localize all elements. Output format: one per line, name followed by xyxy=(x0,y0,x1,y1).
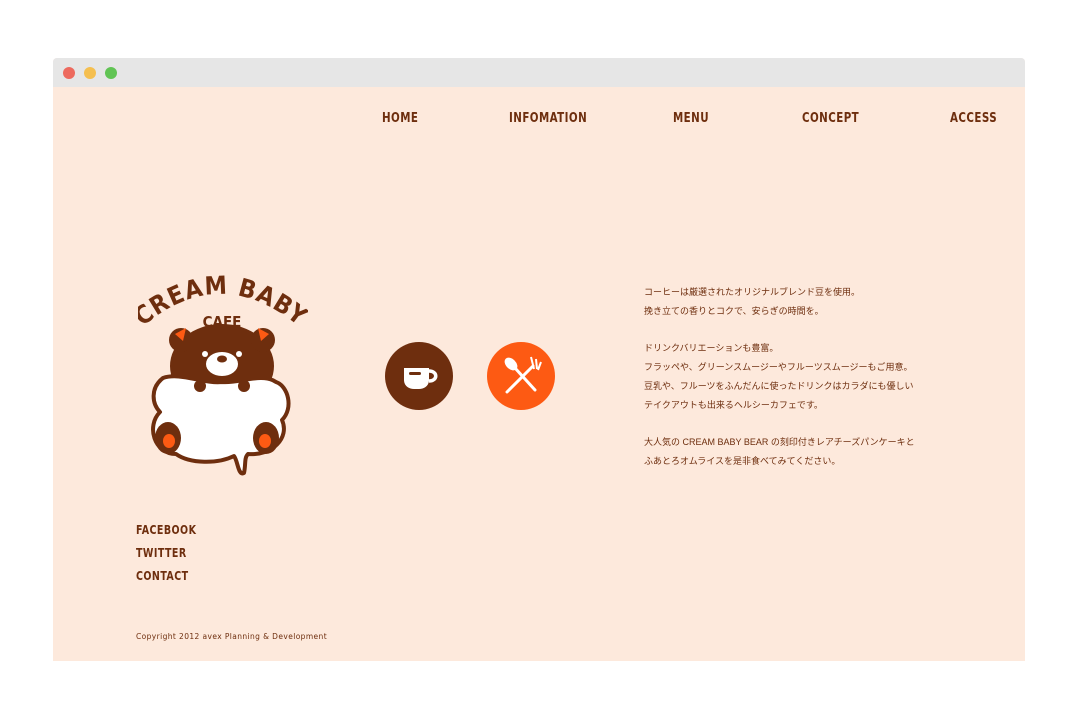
nav-home[interactable]: HOME xyxy=(382,111,418,126)
about-line: フラッペや、グリーンスムージーやフルーツスムージーもご用意。 xyxy=(644,362,913,372)
about-line: ふあとろオムライスを是非食べてみてください。 xyxy=(644,456,841,466)
contact-link[interactable]: CONTACT xyxy=(136,565,196,588)
bear-mascot-icon xyxy=(151,324,291,476)
about-line: 豆乳や、フルーツをふんだんに使ったドリンクはカラダにも優しい xyxy=(644,381,914,391)
nav-access[interactable]: ACCESS xyxy=(950,111,997,126)
about-line: ドリンクバリエーションも豊富。 xyxy=(644,343,779,353)
fork-spoon-icon[interactable] xyxy=(487,342,555,410)
window-titlebar xyxy=(53,58,1025,87)
coffee-cup-icon[interactable] xyxy=(385,342,453,410)
about-line: 大人気の CREAM BABY BEAR の刻印付きレアチーズパンケーキと xyxy=(644,437,915,447)
minimize-window-button[interactable] xyxy=(84,67,96,79)
about-line: 挽き立ての香りとコクで、安らぎの時間を。 xyxy=(644,306,824,316)
copyright-text: Copyright 2012 avex Planning & Developme… xyxy=(136,632,328,641)
nav-menu[interactable]: MENU xyxy=(673,111,709,126)
social-links: FACEBOOK TWITTER CONTACT xyxy=(136,519,205,588)
maximize-window-button[interactable] xyxy=(105,67,117,79)
about-text: コーヒーは厳選されたオリジナルブレンド豆を使用。 挽き立ての香りとコクで、安らぎ… xyxy=(644,283,984,471)
twitter-link[interactable]: TWITTER xyxy=(136,542,196,565)
about-line: コーヒーは厳選されたオリジナルブレンド豆を使用。 xyxy=(644,287,861,297)
about-line: テイクアウトも出来るヘルシーカフェです。 xyxy=(644,400,823,410)
facebook-link[interactable]: FACEBOOK xyxy=(136,519,196,542)
nav-infomation[interactable]: INFOMATION xyxy=(509,111,587,126)
cream-baby-cafe-logo[interactable]: CREAM BABY CAFE xyxy=(138,266,308,481)
close-window-button[interactable] xyxy=(63,67,75,79)
browser-window: HOME INFOMATION MENU CONCEPT ACCESS CREA… xyxy=(53,58,1025,661)
nav-concept[interactable]: CONCEPT xyxy=(802,111,859,126)
